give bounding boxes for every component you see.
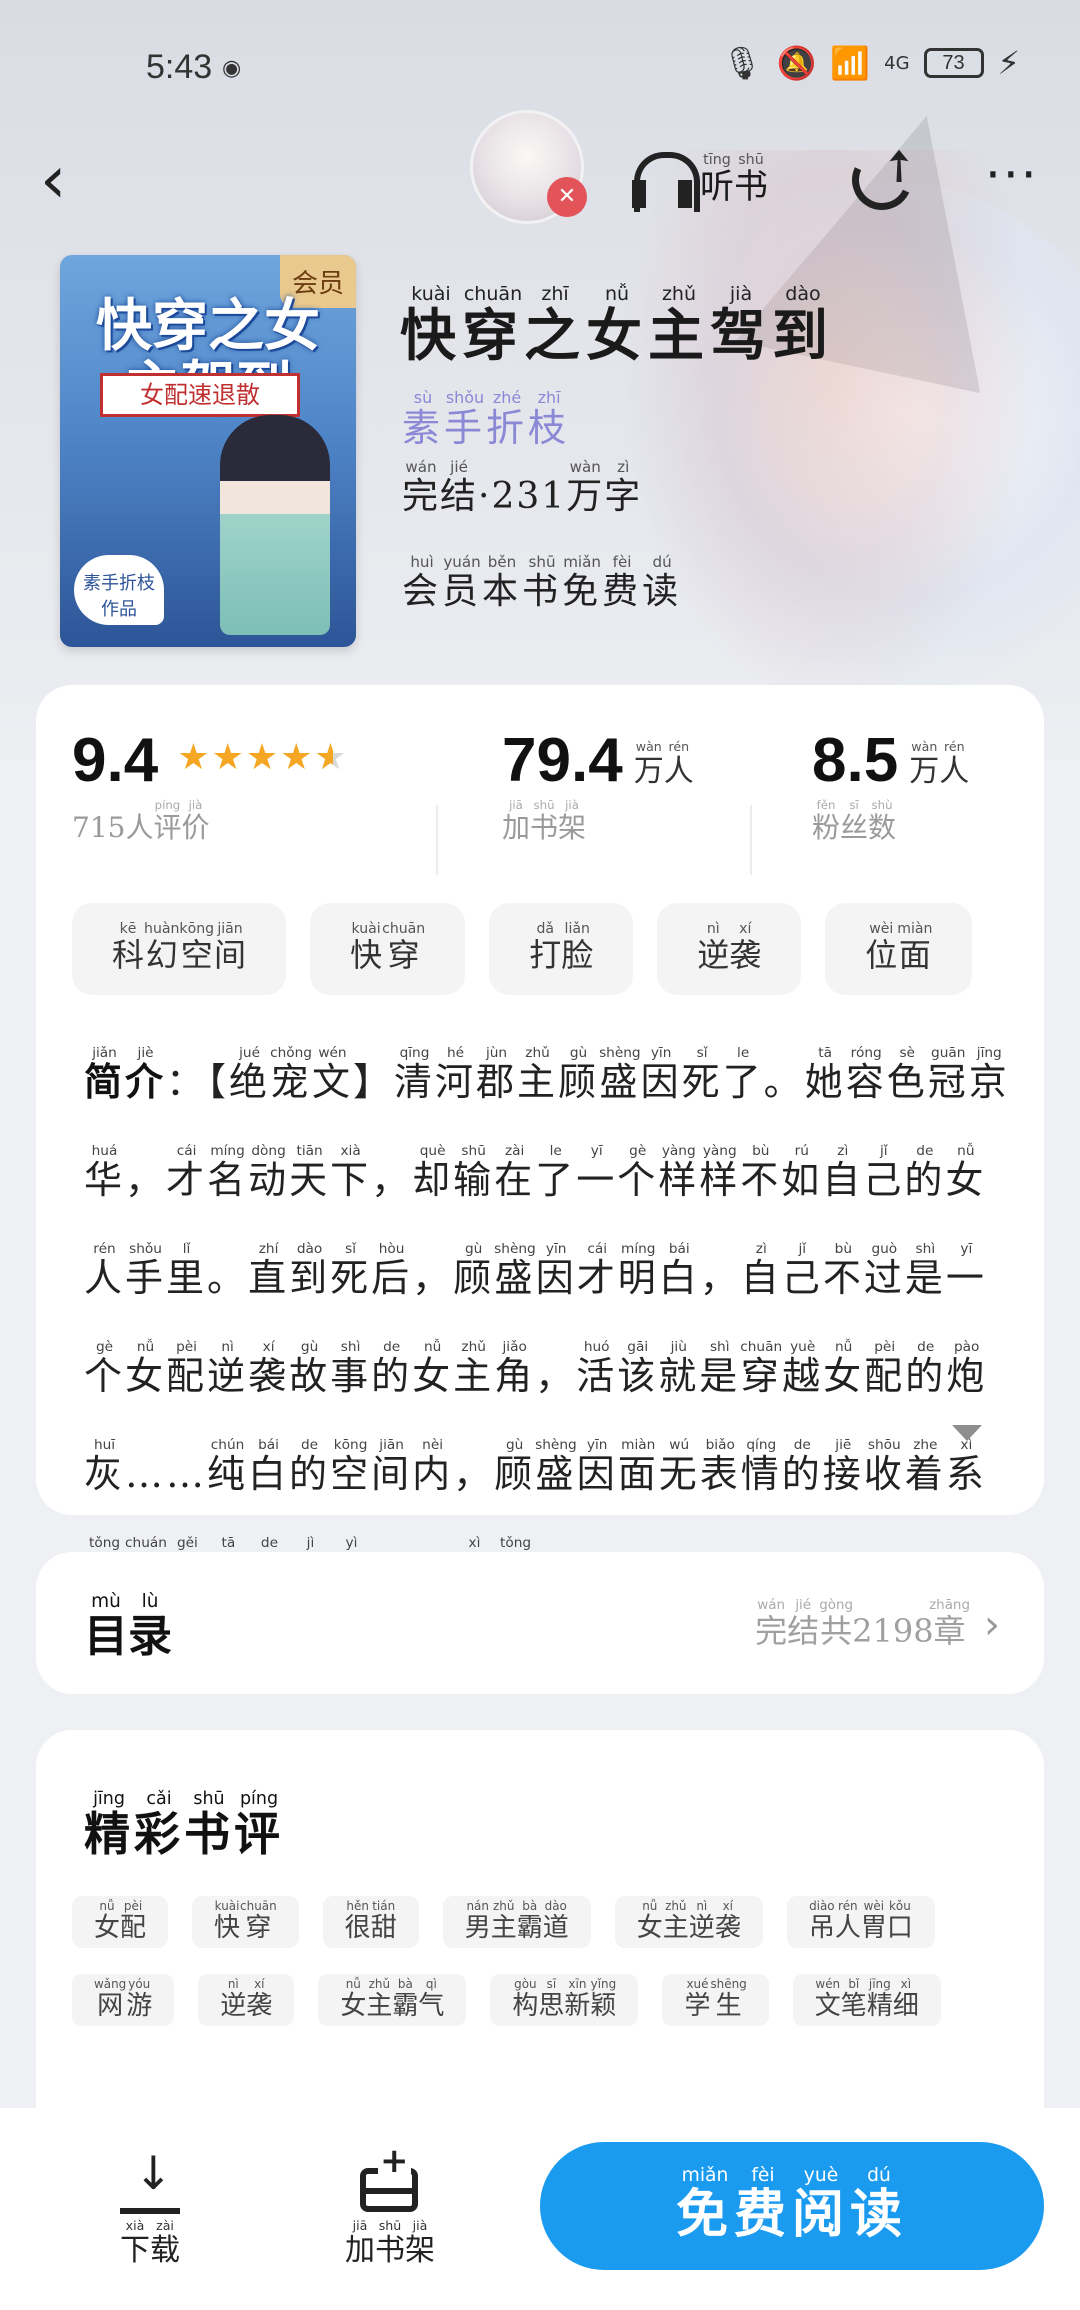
book-meta: 完wán结jié·231万wàn字zì xyxy=(402,458,643,517)
mic-muted-icon: ✕ xyxy=(547,177,587,217)
read-free-label: 免miǎn费fèi阅yuè读dú xyxy=(675,2164,909,2245)
review-tags: 女nǚ 配pèi 快kuài 穿chuān 很hěn 甜tián 男nán 主zhǔ 霸bà 道d… xyxy=(72,1896,1012,2026)
intro-text: ：【绝jué宠chǒng文wén】清qīng河hé郡jùn主zhǔ顾gù盛shè… xyxy=(84,1045,1010,1594)
genre-tag[interactable]: 位wèi 面miàn xyxy=(825,903,973,995)
divider xyxy=(436,805,438,875)
fans-count: 8.5 xyxy=(812,726,899,795)
shelf-label: 加jiā书shū架jià xyxy=(502,798,587,844)
chevron-left-icon[interactable]: ‹ xyxy=(40,145,80,215)
review-tag[interactable]: 网wǎng 游yóu xyxy=(72,1974,175,2026)
rating-stars: ★★★★★ xyxy=(177,737,348,778)
review-tag[interactable]: 学xué 生shēng xyxy=(662,1974,769,2026)
star-icon: ★ xyxy=(177,737,212,778)
toc-info: 完wán结jié共gòng2198章zhāng › xyxy=(755,1598,1000,1652)
book-title: 快kuài穿chuān之zhī女nǚ主zhǔ驾jià到dào xyxy=(400,283,834,369)
book-info-card: 9.4 ★★★★★ 715人评píng价jià 79.4 万wàn人rén 加j… xyxy=(36,685,1044,1594)
review-tag[interactable]: 构gòu 思sī 新xīn 颖yǐng xyxy=(490,1974,639,2026)
avatar[interactable]: ✕ xyxy=(470,110,587,224)
vip-free-note: 会huì员yuán本běn书shū免miǎn费fèi读dú xyxy=(402,553,683,612)
star-icon: ★ xyxy=(211,737,246,778)
fans-unit: 万wàn人rén xyxy=(909,739,970,789)
genre-tag[interactable]: 快kuài 穿chuān xyxy=(310,903,466,995)
camera-indicator-icon: ◉ xyxy=(222,56,242,81)
add-shelf-label: 加jiā书shū架jià xyxy=(345,2218,435,2268)
listen-label: 听tīng书shū xyxy=(700,152,768,207)
add-shelf-icon: + xyxy=(358,2144,422,2216)
review-tag[interactable]: 逆nì 袭xí xyxy=(198,1974,295,2026)
review-tag[interactable]: 很hěn 甜tián xyxy=(322,1896,419,1948)
charging-icon: ⚡ xyxy=(997,44,1020,82)
review-tag[interactable]: 男nán 主zhǔ 霸bà 道dào xyxy=(442,1896,591,1948)
shelf-unit: 万wàn人rén xyxy=(633,739,694,789)
divider xyxy=(750,805,752,875)
book-cover[interactable]: 会员 快穿之女主驾到 女配速退散 素手折枝 作品 xyxy=(60,255,356,647)
top-nav: ‹ ✕ 听tīng书shū ➚ ··· xyxy=(0,100,1080,260)
more-icon[interactable]: ··· xyxy=(985,150,1039,200)
rating-value: 9.4 xyxy=(72,726,159,795)
download-label: 下xià载zài xyxy=(120,2218,180,2268)
review-tag[interactable]: 文wén 笔bǐ 精jīng 细xì xyxy=(792,1974,941,2026)
status-icons: 🎙 🔕 📶 4G 73 ⚡ xyxy=(722,44,1020,82)
reviews-title: 精jīng彩cǎi书shū评píng xyxy=(84,1789,284,1861)
book-author[interactable]: 素sù手shǒu折zhé枝zhī xyxy=(402,388,570,452)
chevron-right-icon: › xyxy=(984,1602,1000,1648)
genre-tags: 科kē 幻huàn 空kōng 间jiān 快kuài 穿chuān 打dǎ 脸liǎn 逆nì… xyxy=(72,903,973,995)
listen-button[interactable]: 听tīng书shū xyxy=(630,148,768,212)
toc-chapter-count: 完wán结jié共gòng2198章zhāng xyxy=(755,1598,970,1650)
fans-stat[interactable]: 8.5 万wàn人rén 粉fěn丝sī数shù xyxy=(812,725,969,846)
star-icon: ★ xyxy=(280,737,315,778)
shelf-count: 79.4 xyxy=(502,726,623,795)
fans-label: 粉fěn丝sī数shù xyxy=(812,798,897,844)
book-intro[interactable]: 简jiǎn介jiè：【绝jué宠chǒng文wén】清qīng河hé郡jùn主z… xyxy=(84,1033,1014,1621)
cover-subtitle: 女配速退散 xyxy=(100,373,300,417)
star-icon: ★ xyxy=(245,737,281,778)
genre-tag[interactable]: 打dǎ 脸liǎn xyxy=(489,903,634,995)
rating-label: 715人评píng价jià xyxy=(72,798,210,844)
status-time: 5:43 xyxy=(146,48,213,86)
genre-tag[interactable]: 逆nì 袭xí xyxy=(657,903,802,995)
add-shelf-button[interactable]: + 加jiā书shū架jià xyxy=(320,2144,460,2269)
battery-indicator: 73 xyxy=(923,48,984,78)
download-icon: ↓ xyxy=(120,2150,180,2216)
cover-character xyxy=(220,415,330,635)
microphone-icon: 🎙 xyxy=(721,44,763,82)
triangle-down-icon[interactable] xyxy=(952,1425,982,1441)
review-tag[interactable]: 快kuài 穿chuān xyxy=(192,1896,299,1948)
mute-bell-icon: 🔕 xyxy=(776,44,817,82)
rating-stat[interactable]: 9.4 ★★★★★ 715人评píng价jià xyxy=(72,725,349,846)
half-star-icon: ★ xyxy=(314,737,348,778)
review-tag[interactable]: 女nǚ 主zhǔ 霸bà 气qì xyxy=(318,1974,467,2026)
wifi-icon: 📶 xyxy=(830,44,871,82)
toc-title: 目mù录lù xyxy=(84,1591,172,1662)
shelf-stat: 79.4 万wàn人rén 加jiā书shū架jià xyxy=(502,725,694,846)
genre-tag[interactable]: 科kē 幻huàn 空kōng 间jiān xyxy=(72,903,287,995)
review-tag[interactable]: 女nǚ 主zhǔ 逆nì 袭xí xyxy=(614,1896,763,1948)
read-free-button[interactable]: 免miǎn费fèi阅yuè读dú xyxy=(540,2142,1044,2270)
download-button[interactable]: ↓ 下xià载zài xyxy=(80,2150,220,2269)
cover-author-badge: 素手折枝 作品 xyxy=(74,555,164,625)
toc-card[interactable]: 目mù录lù 完wán结jié共gòng2198章zhāng › xyxy=(36,1552,1044,1694)
stats-row: 9.4 ★★★★★ 715人评píng价jià 79.4 万wàn人rén 加j… xyxy=(36,725,1044,875)
review-tag[interactable]: 女nǚ 配pèi xyxy=(72,1896,169,1948)
review-tag[interactable]: 吊diào 人rén 胃wèi 口kǒu xyxy=(786,1896,935,1948)
network-type: 4G xyxy=(884,52,910,74)
intro-lead: 简jiǎn介jiè xyxy=(84,1045,167,1104)
headphones-icon xyxy=(630,148,700,212)
bottom-action-bar: ↓ 下xià载zài + 加jiā书shū架jià 免miǎn费fèi阅yuè读… xyxy=(0,2108,1080,2310)
